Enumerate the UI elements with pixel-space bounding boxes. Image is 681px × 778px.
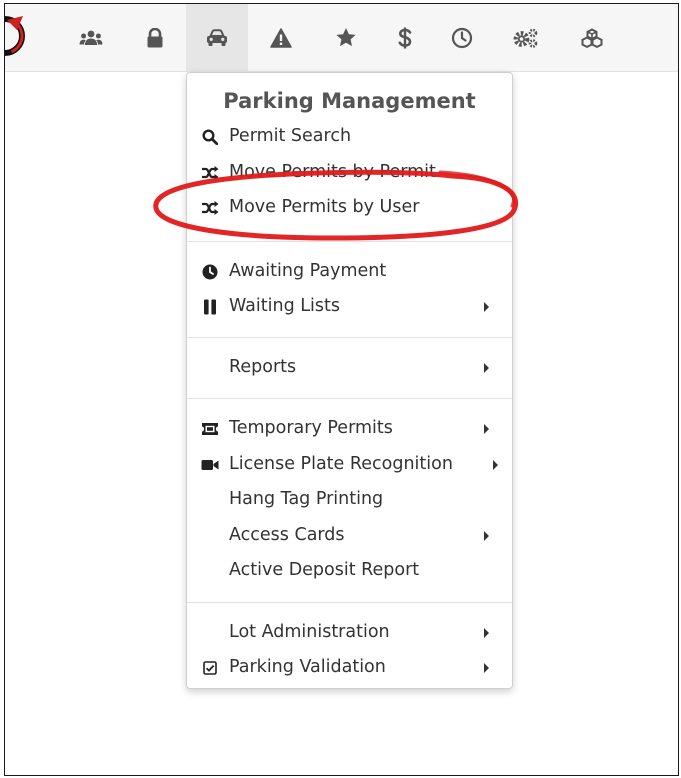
- cubes-icon: [581, 27, 603, 48]
- menu-item-label: Move Permits by Permit: [229, 162, 436, 182]
- nav-history-button[interactable]: [431, 4, 493, 71]
- menu-item-label: Temporary Permits: [229, 418, 393, 438]
- menu-item-label: Permit Search: [229, 126, 352, 146]
- pause-icon: [199, 290, 221, 323]
- submenu-caret-icon: [484, 363, 489, 373]
- shuffle-icon: [199, 191, 221, 224]
- menu-item-label: Active Deposit Report: [229, 560, 420, 580]
- video-camera-icon: [199, 448, 221, 481]
- menu-item-label: Hang Tag Printing: [229, 489, 384, 509]
- submenu-caret-icon: [484, 663, 489, 673]
- nav-warning-button[interactable]: [250, 4, 312, 71]
- menu-item-move-permits-by-user[interactable]: Move Permits by User: [187, 191, 512, 224]
- car-icon: [207, 28, 227, 46]
- menu-divider: [187, 337, 512, 338]
- menu-divider: [187, 241, 512, 242]
- menu-item-label: Waiting Lists: [229, 296, 340, 316]
- clock-icon: [451, 27, 473, 48]
- submenu-caret-icon: [484, 302, 489, 312]
- nav-parking-button[interactable]: [186, 4, 248, 71]
- menu-divider: [187, 602, 512, 603]
- nav-favorites-button[interactable]: [315, 4, 377, 71]
- menu-item-parking-validation[interactable]: Parking Validation: [187, 651, 512, 684]
- gears-icon: [513, 28, 538, 48]
- nav-lock-button[interactable]: [124, 4, 186, 71]
- nav-users-button[interactable]: [60, 4, 122, 71]
- menu-item-label: Access Cards: [229, 525, 345, 545]
- menu-divider: [187, 398, 512, 399]
- nav-modules-button[interactable]: [561, 4, 623, 71]
- nav-finance-button[interactable]: [374, 4, 436, 71]
- dollar-icon: [398, 27, 412, 48]
- menu-item-license-plate-recognition[interactable]: License Plate Recognition: [187, 448, 512, 481]
- shuffle-icon: [199, 156, 221, 189]
- menu-item-permit-search[interactable]: Permit Search: [187, 120, 512, 153]
- lock-icon: [147, 27, 163, 47]
- menu-item-label: Reports: [229, 357, 297, 377]
- ticket-icon: [199, 412, 221, 445]
- menu-item-temporary-permits[interactable]: Temporary Permits: [187, 412, 512, 445]
- menu-item-label: Parking Validation: [229, 657, 386, 677]
- menu-item-move-permits-by-permit[interactable]: Move Permits by Permit: [187, 156, 512, 189]
- warning-icon: [270, 27, 292, 48]
- menu-item-label: Awaiting Payment: [229, 261, 387, 281]
- menu-item-access-cards[interactable]: Access Cards: [187, 519, 512, 552]
- checkbox-icon: [199, 651, 221, 684]
- app-window: Parking Management Permit Search Move Pe…: [4, 3, 679, 776]
- users-icon: [79, 30, 103, 45]
- menu-item-reports[interactable]: Reports: [187, 351, 512, 384]
- logo-icon: [5, 16, 25, 56]
- parking-management-menu: Parking Management Permit Search Move Pe…: [186, 72, 513, 689]
- menu-item-hang-tag-printing[interactable]: Hang Tag Printing: [187, 483, 512, 516]
- clock-icon: [199, 255, 221, 288]
- top-navbar: [5, 4, 678, 72]
- search-icon: [199, 120, 221, 153]
- menu-item-awaiting-payment[interactable]: Awaiting Payment: [187, 255, 512, 288]
- submenu-caret-icon: [484, 531, 489, 541]
- menu-item-label: License Plate Recognition: [229, 454, 453, 474]
- submenu-caret-icon: [484, 424, 489, 434]
- menu-item-label: Lot Administration: [229, 622, 390, 642]
- submenu-caret-icon: [493, 460, 498, 470]
- menu-item-lot-administration[interactable]: Lot Administration: [187, 616, 512, 649]
- menu-item-label: Move Permits by User: [229, 197, 420, 217]
- submenu-caret-icon: [484, 628, 489, 638]
- menu-item-waiting-lists[interactable]: Waiting Lists: [187, 290, 512, 323]
- nav-settings-button[interactable]: [495, 4, 557, 71]
- menu-header: Parking Management: [223, 89, 476, 113]
- menu-item-active-deposit-report[interactable]: Active Deposit Report: [187, 554, 512, 587]
- star-icon: [336, 28, 356, 47]
